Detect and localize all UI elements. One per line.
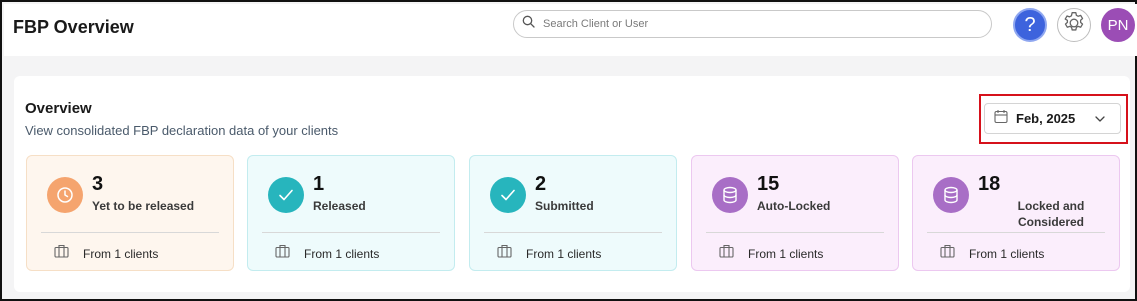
client-count-text: From 1 clients	[526, 246, 602, 261]
card-footer: From 1 clients	[54, 244, 158, 263]
card-footer: From 1 clients	[497, 244, 601, 263]
status-label: Locked and Considered	[1017, 199, 1085, 229]
check-icon	[268, 177, 304, 213]
calendar-icon	[994, 109, 1008, 129]
briefcase-icon	[719, 244, 734, 263]
search-icon	[522, 15, 535, 33]
card-divider	[41, 232, 219, 233]
client-count-text: From 1 clients	[969, 246, 1045, 261]
avatar[interactable]: PN	[1101, 8, 1135, 42]
card-divider	[484, 232, 662, 233]
status-count: 18	[978, 173, 1001, 195]
month-picker-value: Feb, 2025	[1016, 111, 1076, 126]
briefcase-icon	[497, 244, 512, 263]
card-footer: From 1 clients	[940, 244, 1044, 263]
help-button[interactable]: ?	[1013, 8, 1047, 42]
client-count-text: From 1 clients	[748, 246, 824, 261]
top-bar: FBP Overview ? PN	[4, 4, 1137, 56]
database-icon	[933, 177, 969, 213]
card-divider	[706, 232, 884, 233]
card-footer: From 1 clients	[719, 244, 823, 263]
status-card[interactable]: 1 Released From 1 clients	[247, 155, 455, 271]
chevron-down-icon	[1095, 115, 1105, 122]
month-picker[interactable]: Feb, 2025	[984, 103, 1121, 134]
gear-icon	[1061, 10, 1087, 41]
app-frame: FBP Overview ? PN Overview View consolid…	[0, 0, 1137, 301]
status-card[interactable]: 18 Locked and Considered From 1 clients	[912, 155, 1120, 271]
settings-button[interactable]	[1057, 8, 1091, 42]
status-count: 2	[535, 173, 547, 195]
briefcase-icon	[275, 244, 290, 263]
client-count-text: From 1 clients	[83, 246, 159, 261]
card-divider	[262, 232, 440, 233]
status-card[interactable]: 3 Yet to be released From 1 clients	[26, 155, 234, 271]
status-label: Submitted	[535, 199, 594, 213]
clock-icon	[47, 177, 83, 213]
card-divider	[927, 232, 1105, 233]
briefcase-icon	[940, 244, 955, 263]
card-footer: From 1 clients	[275, 244, 379, 263]
status-card[interactable]: 15 Auto-Locked From 1 clients	[691, 155, 899, 271]
check-icon	[490, 177, 526, 213]
status-card[interactable]: 2 Submitted From 1 clients	[469, 155, 677, 271]
status-label: Yet to be released	[92, 199, 195, 213]
status-count: 15	[757, 173, 780, 195]
status-label: Released	[313, 199, 366, 213]
status-label: Auto-Locked	[757, 199, 831, 213]
overview-panel: Overview View consolidated FBP declarati…	[14, 76, 1130, 292]
briefcase-icon	[54, 244, 69, 263]
search-box[interactable]	[513, 10, 992, 38]
search-input[interactable]	[543, 18, 963, 30]
status-count: 3	[92, 173, 104, 195]
page-title: FBP Overview	[13, 17, 134, 37]
client-count-text: From 1 clients	[304, 246, 380, 261]
overview-title: Overview	[25, 100, 92, 117]
overview-subtitle: View consolidated FBP declaration data o…	[25, 123, 339, 138]
status-count: 1	[313, 173, 325, 195]
database-icon	[712, 177, 748, 213]
